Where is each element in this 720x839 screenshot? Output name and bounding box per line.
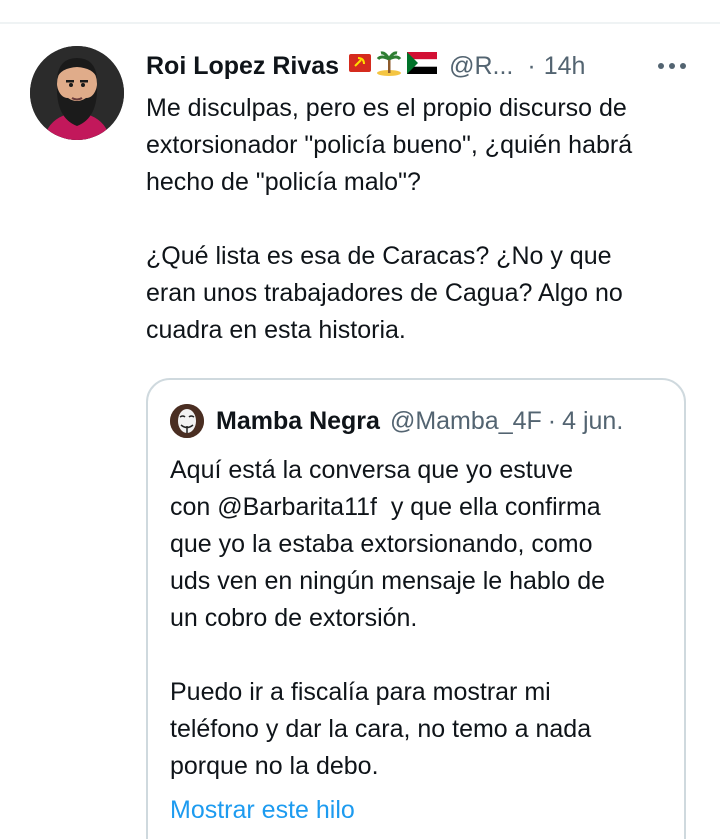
quote-body: Aquí está la conversa que yo estuve con … — [170, 456, 606, 780]
more-button[interactable] — [652, 48, 692, 84]
quote-separator-dot: · — [547, 406, 557, 435]
show-thread-link[interactable]: Mostrar este hilo — [170, 796, 355, 825]
top-divider — [0, 22, 720, 24]
display-name[interactable]: Roi Lopez Rivas — [146, 52, 339, 81]
quote-avatar-illustration — [170, 404, 204, 438]
avatar-illustration — [30, 46, 124, 140]
tweet-page: Roi Lopez Rivas @R... · 14h Me disculpas… — [0, 0, 720, 839]
quote-date[interactable]: 4 jun. — [562, 407, 623, 436]
flag-emoji-3 — [407, 51, 438, 81]
avatar[interactable] — [30, 46, 124, 140]
quoted-tweet-card[interactable]: Mamba Negra @Mamba_4F · 4 jun. Aquí está… — [146, 378, 686, 839]
quote-display-name[interactable]: Mamba Negra — [216, 407, 380, 436]
more-horizontal-icon — [658, 63, 686, 69]
handle[interactable]: @R... — [449, 52, 513, 81]
flag-emoji-2 — [375, 49, 403, 84]
separator-dot: · — [527, 51, 536, 80]
timestamp[interactable]: 14h — [544, 52, 586, 81]
quote-handle[interactable]: @Mamba_4F — [390, 407, 542, 436]
flag-emoji-1 — [349, 52, 372, 81]
hammer-sickle-flag-icon — [349, 53, 372, 72]
quote-avatar[interactable] — [170, 404, 204, 438]
tweet-body: Me disculpas, pero es el propio discurso… — [146, 94, 633, 344]
tweet-header: Roi Lopez Rivas @R... · 14h — [146, 46, 694, 86]
quote-header: Mamba Negra @Mamba_4F · 4 jun. — [216, 402, 676, 440]
sudan-flag-icon — [407, 51, 438, 74]
island-icon — [376, 50, 402, 76]
